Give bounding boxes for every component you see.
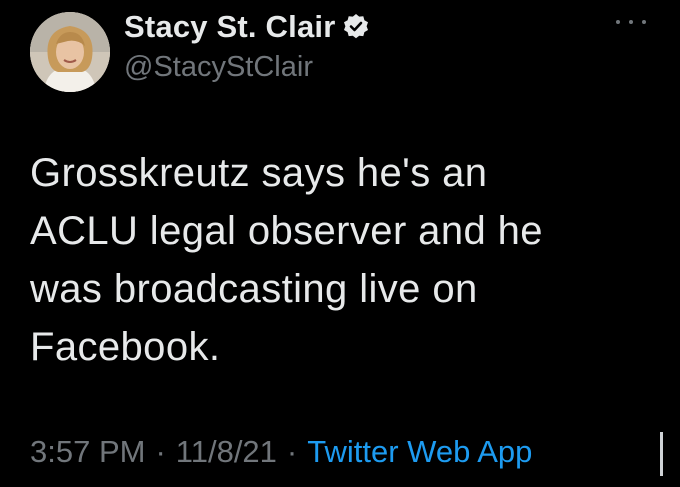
- tweet-line: was broadcasting live on: [30, 267, 478, 311]
- avatar[interactable]: [30, 12, 110, 92]
- author-name-row[interactable]: Stacy St. Clair: [124, 6, 370, 48]
- tweet-meta: 3:57 PM · 11/8/21 · Twitter Web App: [30, 434, 532, 470]
- tweet-line: ACLU legal observer and he: [30, 209, 543, 253]
- text-cursor: [660, 432, 663, 476]
- more-dot: [642, 20, 646, 24]
- meta-separator: ·: [286, 434, 298, 469]
- more-dot: [616, 20, 620, 24]
- more-dot: [629, 20, 633, 24]
- tweet-text: Grosskreutz says he's an ACLU legal obse…: [30, 144, 650, 376]
- author-handle[interactable]: @StacyStClair: [124, 51, 313, 84]
- tweet-date[interactable]: 11/8/21: [176, 434, 277, 470]
- tweet-line: Grosskreutz says he's an: [30, 151, 488, 195]
- verified-badge-icon: [342, 13, 370, 41]
- display-name[interactable]: Stacy St. Clair: [124, 9, 335, 45]
- avatar-image: [30, 12, 110, 92]
- tweet-time[interactable]: 3:57 PM: [30, 434, 145, 470]
- more-options-icon[interactable]: [616, 12, 646, 32]
- tweet-line: Facebook.: [30, 325, 221, 369]
- tweet-source-link[interactable]: Twitter Web App: [307, 434, 532, 470]
- meta-separator: ·: [155, 434, 166, 469]
